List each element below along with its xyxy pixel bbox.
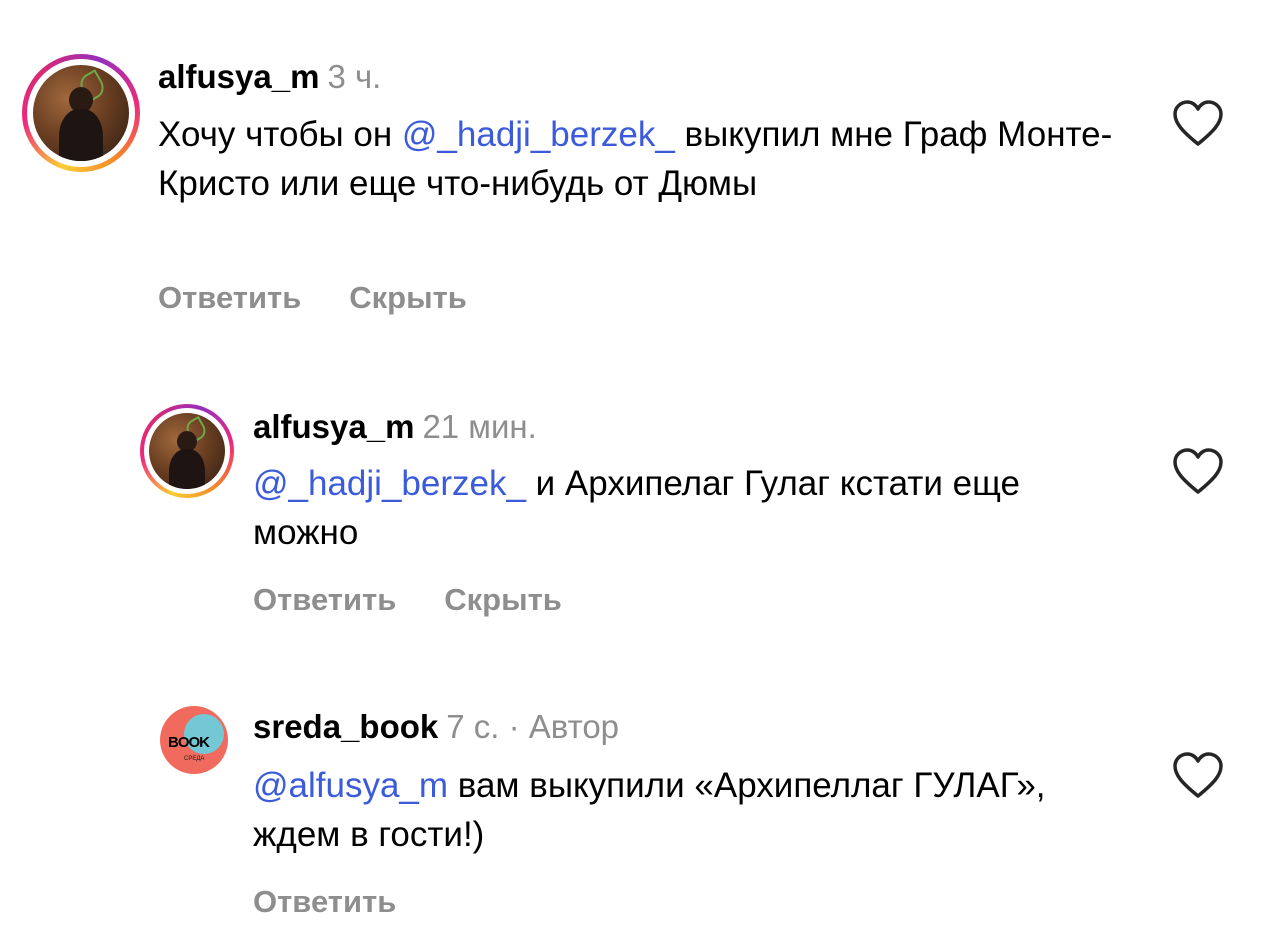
- comment-text: @_hadji_berzek_ и Архипелаг Гулаг кстати…: [253, 464, 1020, 552]
- comment-header: alfusya_m 21 мин.: [253, 408, 537, 446]
- mention-link[interactable]: @_hadji_berzek_: [402, 115, 675, 154]
- logo-text: BOOK: [168, 734, 210, 751]
- avatar: [33, 65, 129, 161]
- comment-actions: Ответить Скрыть: [158, 280, 515, 316]
- story-ring[interactable]: [140, 404, 234, 498]
- reply-button[interactable]: Ответить: [253, 884, 396, 919]
- comment-header: sreda_book 7 с. · Автор: [253, 708, 619, 746]
- username[interactable]: sreda_book: [253, 708, 438, 745]
- hide-button[interactable]: Скрыть: [349, 280, 467, 315]
- comment-actions: Ответить: [253, 884, 444, 920]
- comment-text: Хочу чтобы он @_hadji_berzek_ выкупил мн…: [158, 115, 1113, 203]
- heart-outline-icon[interactable]: [1172, 448, 1224, 496]
- mention-link[interactable]: @alfusya_m: [253, 766, 448, 805]
- avatar: [149, 413, 225, 489]
- comment-header: alfusya_m 3 ч.: [158, 58, 381, 96]
- logo-subtext: СРЕДА: [184, 756, 205, 762]
- heart-outline-icon[interactable]: [1172, 100, 1224, 148]
- timestamp: 21 мин.: [422, 408, 537, 445]
- hide-button[interactable]: Скрыть: [444, 582, 562, 617]
- comment-text: @alfusya_m вам выкупили «Архипеллаг ГУЛА…: [253, 766, 1046, 854]
- reply-button[interactable]: Ответить: [253, 582, 396, 617]
- heart-outline-icon[interactable]: [1172, 752, 1224, 800]
- username[interactable]: alfusya_m: [253, 408, 414, 445]
- username[interactable]: alfusya_m: [158, 58, 319, 95]
- mention-link[interactable]: @_hadji_berzek_: [253, 464, 526, 503]
- comment-actions: Ответить Скрыть: [253, 582, 610, 618]
- timestamp: 3 ч.: [327, 58, 382, 95]
- story-ring[interactable]: [22, 54, 140, 172]
- avatar[interactable]: BOOK СРЕДА: [160, 706, 228, 774]
- timestamp: 7 с. · Автор: [446, 708, 620, 745]
- reply-button[interactable]: Ответить: [158, 280, 301, 315]
